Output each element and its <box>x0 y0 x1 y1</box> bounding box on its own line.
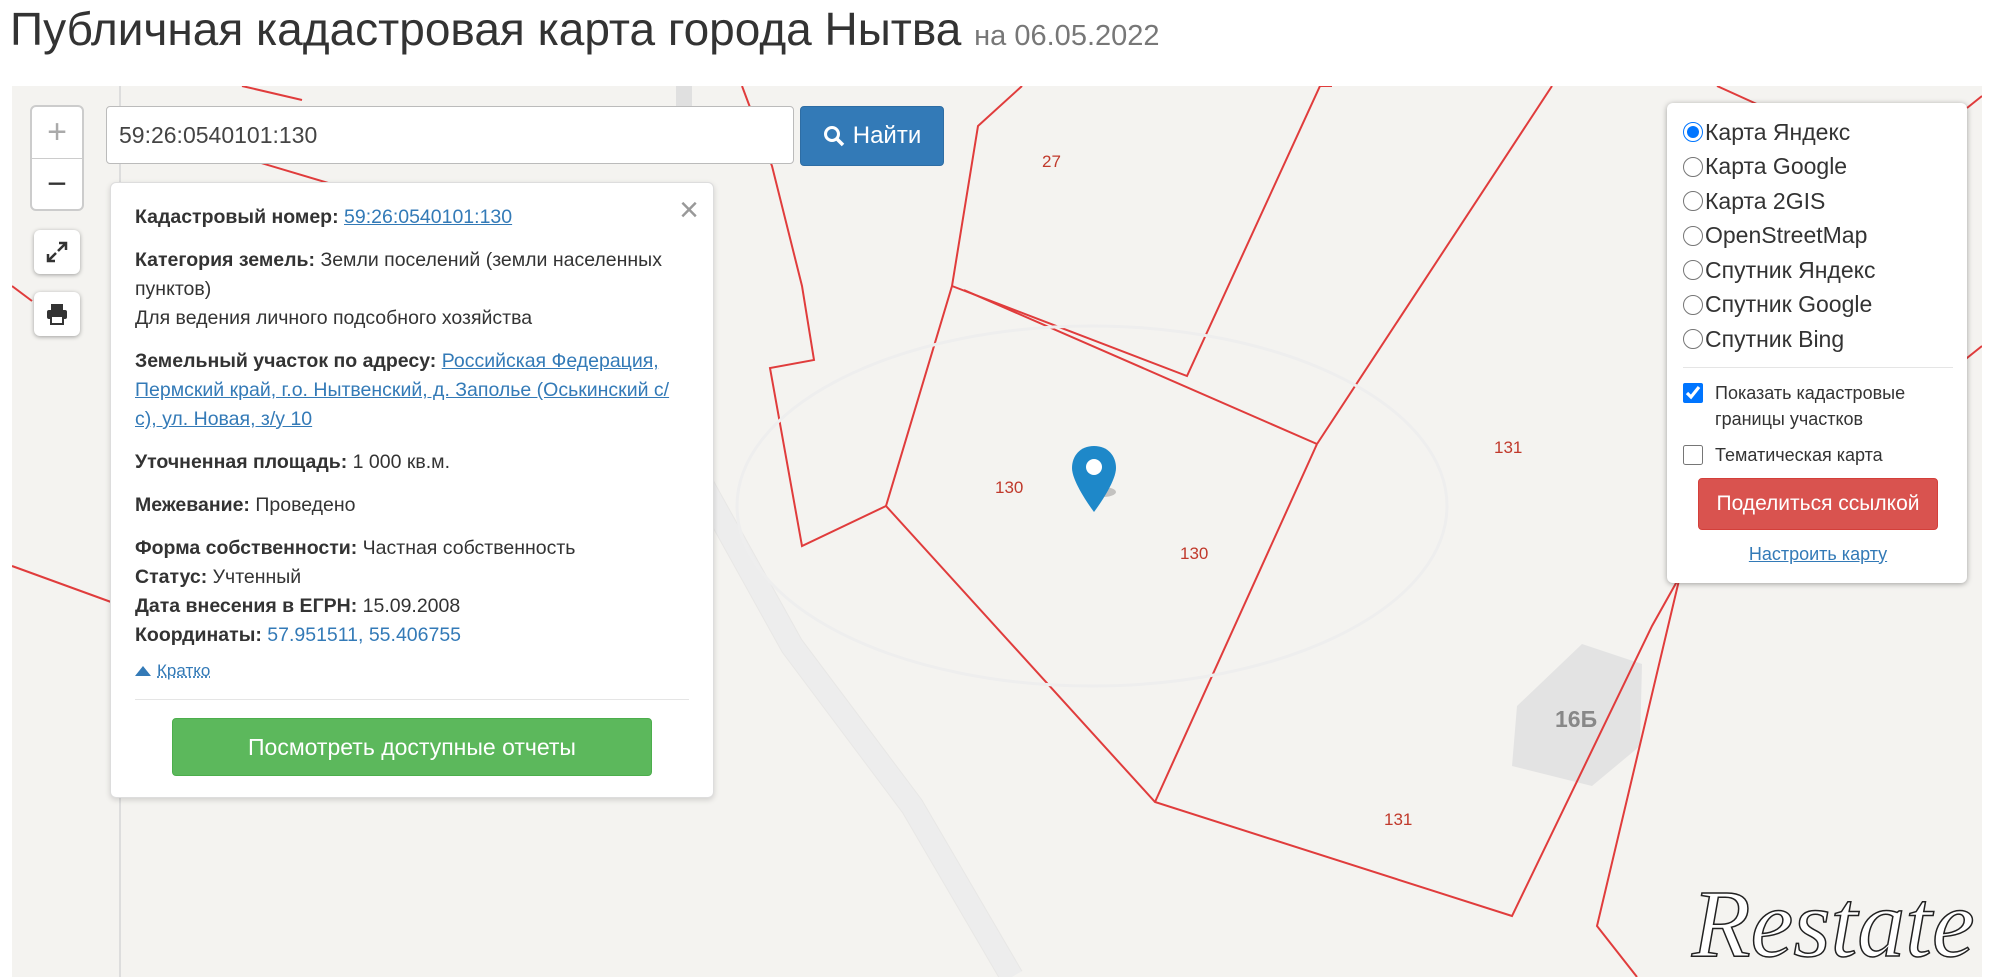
survey-value: Проведено <box>255 494 356 516</box>
show-borders-option[interactable]: Показать кадастровые границы участков <box>1683 380 1953 432</box>
layer-option-google-map[interactable]: Карта Google <box>1683 150 1953 185</box>
layer-option-2gis-map[interactable]: Карта 2GIS <box>1683 184 1953 219</box>
building-label: 16Б <box>1555 706 1598 732</box>
ownership-value: Частная собственность <box>362 537 576 559</box>
egrn-date-label: Дата внесения в ЕГРН: <box>135 595 358 617</box>
zoom-in-button[interactable]: + <box>32 107 82 159</box>
triangle-up-icon <box>135 665 151 676</box>
close-icon[interactable]: × <box>679 193 699 227</box>
search-icon <box>823 126 844 147</box>
layer-radio[interactable] <box>1683 225 1703 246</box>
layer-radio[interactable] <box>1683 294 1703 315</box>
restate-logo: Restate <box>1690 869 1975 968</box>
collapse-link-label: Кратко <box>157 661 211 680</box>
cadastral-number-label: Кадастровый номер: <box>135 206 339 228</box>
layer-option-yandex-satellite[interactable]: Спутник Яндекс <box>1683 253 1953 288</box>
show-borders-label: Показать кадастровые границы участков <box>1715 382 1906 429</box>
search-input[interactable] <box>106 106 794 164</box>
expand-icon <box>46 241 68 263</box>
plot-label: 131 <box>1384 810 1413 829</box>
layer-option-openstreetmap[interactable]: OpenStreetMap <box>1683 219 1953 254</box>
layer-radio[interactable] <box>1683 156 1703 177</box>
divider <box>135 699 689 700</box>
show-borders-checkbox[interactable] <box>1683 382 1703 403</box>
layer-radio[interactable] <box>1683 191 1703 212</box>
plot-label: 27 <box>1042 152 1061 171</box>
status-label: Статус: <box>135 566 208 588</box>
collapse-link[interactable]: Кратко <box>135 656 689 685</box>
coordinates-label: Координаты: <box>135 624 262 646</box>
map-marker-icon[interactable] <box>1072 446 1122 516</box>
layer-option-bing-satellite[interactable]: Спутник Bing <box>1683 322 1953 357</box>
area-label: Уточненная площадь: <box>135 451 348 473</box>
find-button-label: Найти <box>852 122 922 149</box>
status-value: Учтенный <box>212 566 302 588</box>
survey-label: Межевание: <box>135 494 250 516</box>
layer-radio[interactable] <box>1683 260 1703 281</box>
layer-option-label: Спутник Bing <box>1705 325 1845 352</box>
land-usage-value: Для ведения личного подсобного хозяйства <box>135 307 533 329</box>
layer-option-label: Спутник Google <box>1705 291 1873 318</box>
ownership-label: Форма собственности: <box>135 537 358 559</box>
map-canvas[interactable]: 27 130 130 131 131 16Б + − Найти × К <box>12 86 1982 977</box>
layer-option-label: OpenStreetMap <box>1705 222 1868 249</box>
plot-label: 131 <box>1494 438 1523 457</box>
plot-label: 130 <box>995 478 1024 497</box>
egrn-date-value: 15.09.2008 <box>362 595 461 617</box>
thematic-map-checkbox[interactable] <box>1683 444 1703 465</box>
zoom-out-button[interactable]: − <box>32 159 82 210</box>
area-value: 1 000 кв.м. <box>352 451 450 473</box>
map-layers-panel: Карта Яндекс Карта Google Карта 2GIS Ope… <box>1667 103 1967 583</box>
address-label: Земельный участок по адресу: <box>135 350 437 372</box>
thematic-map-option[interactable]: Тематическая карта <box>1683 442 1953 468</box>
plot-info-popup: × Кадастровый номер: 59:26:0540101:130 К… <box>110 182 714 798</box>
page-title-date: на 06.05.2022 <box>974 20 1160 52</box>
layer-option-label: Карта Яндекс <box>1705 118 1851 145</box>
plot-label: 130 <box>1180 544 1209 563</box>
layer-option-yandex-map[interactable]: Карта Яндекс <box>1683 115 1953 150</box>
layer-option-label: Карта Google <box>1705 153 1848 180</box>
fullscreen-button[interactable] <box>34 230 80 274</box>
thematic-map-label: Тематическая карта <box>1715 444 1883 465</box>
page-title-text: Публичная кадастровая карта города Нытва <box>10 3 962 55</box>
find-button[interactable]: Найти <box>800 106 944 166</box>
layer-radio[interactable] <box>1683 329 1703 350</box>
layer-option-label: Спутник Яндекс <box>1705 256 1876 283</box>
coordinates-value[interactable]: 57.951511, 55.406755 <box>267 624 461 646</box>
divider <box>1683 366 1953 368</box>
zoom-control: + − <box>30 105 84 211</box>
layer-option-google-satellite[interactable]: Спутник Google <box>1683 288 1953 323</box>
share-link-button[interactable]: Поделиться ссылкой <box>1698 477 1938 530</box>
print-button[interactable] <box>34 292 80 336</box>
printer-icon <box>47 304 67 325</box>
restate-logo-text: Restate <box>1691 870 1975 968</box>
layer-radio[interactable] <box>1683 122 1703 143</box>
land-category-label: Категория земель: <box>135 249 316 271</box>
configure-map-link[interactable]: Настроить карту <box>1749 544 1887 564</box>
view-reports-button[interactable]: Посмотреть доступные отчеты <box>172 718 652 776</box>
layer-option-label: Карта 2GIS <box>1705 187 1826 214</box>
cadastral-number-link[interactable]: 59:26:0540101:130 <box>344 206 512 228</box>
page-title: Публичная кадастровая карта города Нытва… <box>10 2 1160 56</box>
